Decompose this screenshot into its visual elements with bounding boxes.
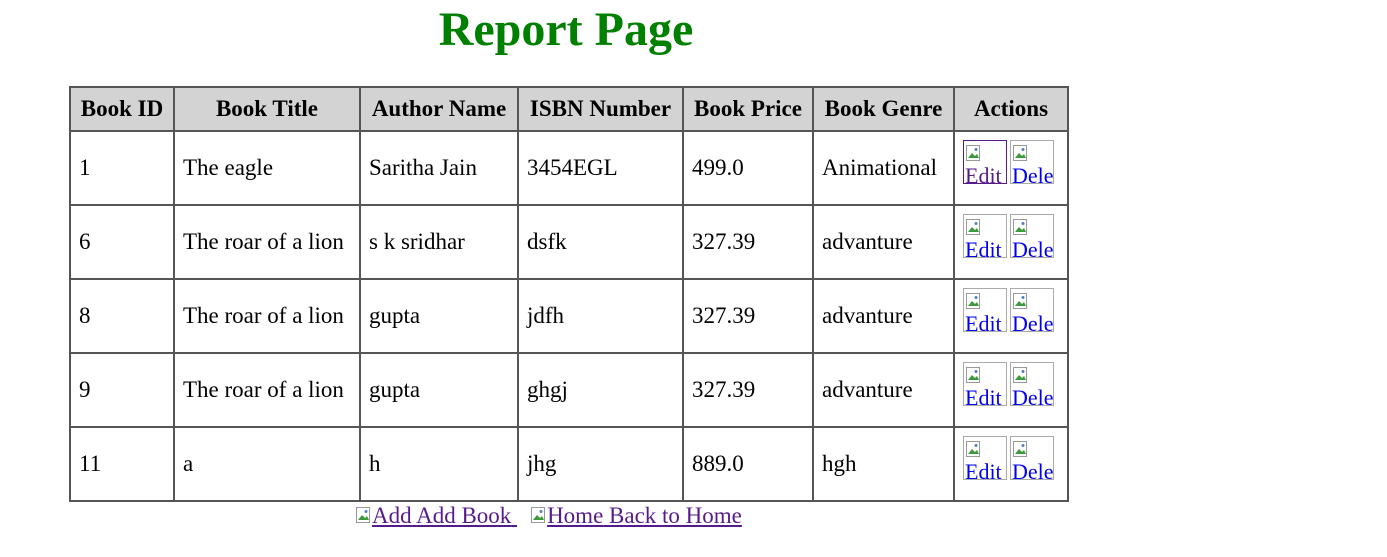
cell-author-name: Saritha Jain: [359, 130, 519, 206]
broken-image-icon: [966, 439, 982, 457]
delete-image-alt: Delete: [1012, 459, 1054, 480]
cell-book-title: The roar of a lion: [173, 204, 361, 280]
back-to-home-link[interactable]: Home Back to Home: [531, 503, 742, 528]
header-book-id: Book ID: [69, 86, 175, 132]
broken-image-icon: [966, 291, 982, 309]
books-table: Book ID Book Title Author Name ISBN Numb…: [69, 86, 1069, 502]
delete-button[interactable]: Delete: [1010, 362, 1054, 406]
broken-image-icon: [356, 505, 372, 525]
cell-book-genre: hgh: [812, 426, 955, 502]
cell-book-title: The roar of a lion: [173, 352, 361, 428]
cell-author-name: s k sridhar: [359, 204, 519, 280]
table-row: 8 The roar of a lion gupta jdfh 327.39 advant…: [69, 278, 1069, 354]
page-title: Report Page: [438, 3, 694, 56]
cell-book-id: 9: [69, 352, 175, 428]
cell-author-name: h: [359, 426, 519, 502]
cell-book-genre: advanture: [812, 352, 955, 428]
delete-image-alt: Delete: [1012, 311, 1054, 332]
delete-image-alt: Delete: [1012, 163, 1054, 184]
cell-book-id: 8: [69, 278, 175, 354]
cell-book-genre: advanture: [812, 204, 955, 280]
header-book-price: Book Price: [682, 86, 814, 132]
broken-image-icon: [966, 365, 982, 383]
cell-isbn-number: dsfk: [517, 204, 684, 280]
delete-button[interactable]: Delete: [1010, 288, 1054, 332]
table-body: 1 The eagle Saritha Jain 3454EGL 499.0 Animat…: [69, 130, 1069, 502]
cell-isbn-number: 3454EGL: [517, 130, 684, 206]
cell-isbn-number: jhg: [517, 426, 684, 502]
header-author-name: Author Name: [359, 86, 519, 132]
cell-author-name: gupta: [359, 278, 519, 354]
back-to-home-label: Back to Home: [609, 503, 742, 528]
cell-author-name: gupta: [359, 352, 519, 428]
edit-image-alt: Edit: [965, 459, 1002, 480]
edit-button[interactable]: Edit: [963, 436, 1007, 480]
delete-button[interactable]: Delete: [1010, 140, 1054, 184]
cell-book-id: 1: [69, 130, 175, 206]
edit-image-alt: Edit: [965, 163, 1002, 184]
table-header-row: Book ID Book Title Author Name ISBN Numb…: [69, 86, 1069, 132]
edit-image-alt: Edit: [965, 311, 1002, 332]
table-row: 9 The roar of a lion gupta ghgj 327.39 advant…: [69, 352, 1069, 428]
home-image-alt: Home: [547, 503, 604, 528]
broken-image-icon: [1013, 217, 1029, 235]
cell-isbn-number: ghgj: [517, 352, 684, 428]
cell-book-title: a: [173, 426, 361, 502]
add-book-label: Add Book: [416, 503, 512, 528]
cell-actions: Edit Delete: [953, 352, 1069, 428]
table-row: 11ahjhg889.0hgh Edit Delete: [69, 426, 1069, 502]
cell-book-id: 11: [69, 426, 175, 502]
cell-actions: Edit Delete: [953, 278, 1069, 354]
delete-image-alt: Delete: [1012, 237, 1054, 258]
cell-book-genre: Animational: [812, 130, 955, 206]
cell-actions: Edit Delete: [953, 204, 1069, 280]
table-row: 1 The eagle Saritha Jain 3454EGL 499.0 Animat…: [69, 130, 1069, 206]
cell-book-title: The eagle: [173, 130, 361, 206]
add-book-link[interactable]: Add Add Book: [356, 503, 517, 528]
cell-actions: Edit Delete: [953, 130, 1069, 206]
edit-button[interactable]: Edit: [963, 214, 1007, 258]
report-page: Report Page Book ID Book Title Author Na…: [0, 0, 1387, 557]
cell-book-id: 6: [69, 204, 175, 280]
broken-image-icon: [1013, 143, 1029, 161]
broken-image-icon: [966, 143, 982, 161]
cell-book-price: 327.39: [682, 352, 814, 428]
header-isbn-number: ISBN Number: [517, 86, 684, 132]
cell-actions: Edit Delete: [953, 426, 1069, 502]
header-book-title: Book Title: [173, 86, 361, 132]
add-image-alt: Add: [372, 503, 412, 528]
edit-button[interactable]: Edit: [963, 288, 1007, 332]
table-row: 6 The roar of a lion s k sridhar dsfk 327.39…: [69, 204, 1069, 280]
cell-book-title: The roar of a lion: [173, 278, 361, 354]
cell-book-price: 327.39: [682, 278, 814, 354]
delete-button[interactable]: Delete: [1010, 436, 1054, 480]
header-actions: Actions: [953, 86, 1069, 132]
cell-book-genre: advanture: [812, 278, 955, 354]
edit-image-alt: Edit: [965, 237, 1002, 258]
header-book-genre: Book Genre: [812, 86, 955, 132]
edit-button[interactable]: Edit: [963, 362, 1007, 406]
broken-image-icon: [1013, 439, 1029, 457]
delete-button[interactable]: Delete: [1010, 214, 1054, 258]
edit-button[interactable]: Edit: [963, 140, 1007, 184]
broken-image-icon: [1013, 365, 1029, 383]
broken-image-icon: [1013, 291, 1029, 309]
broken-image-icon: [531, 505, 547, 525]
delete-image-alt: Delete: [1012, 385, 1054, 406]
cell-isbn-number: jdfh: [517, 278, 684, 354]
cell-book-price: 499.0: [682, 130, 814, 206]
broken-image-icon: [966, 217, 982, 235]
footer-links: Add Add Book Home Back to Home: [356, 503, 756, 529]
cell-book-price: 327.39: [682, 204, 814, 280]
edit-image-alt: Edit: [965, 385, 1002, 406]
cell-book-price: 889.0: [682, 426, 814, 502]
